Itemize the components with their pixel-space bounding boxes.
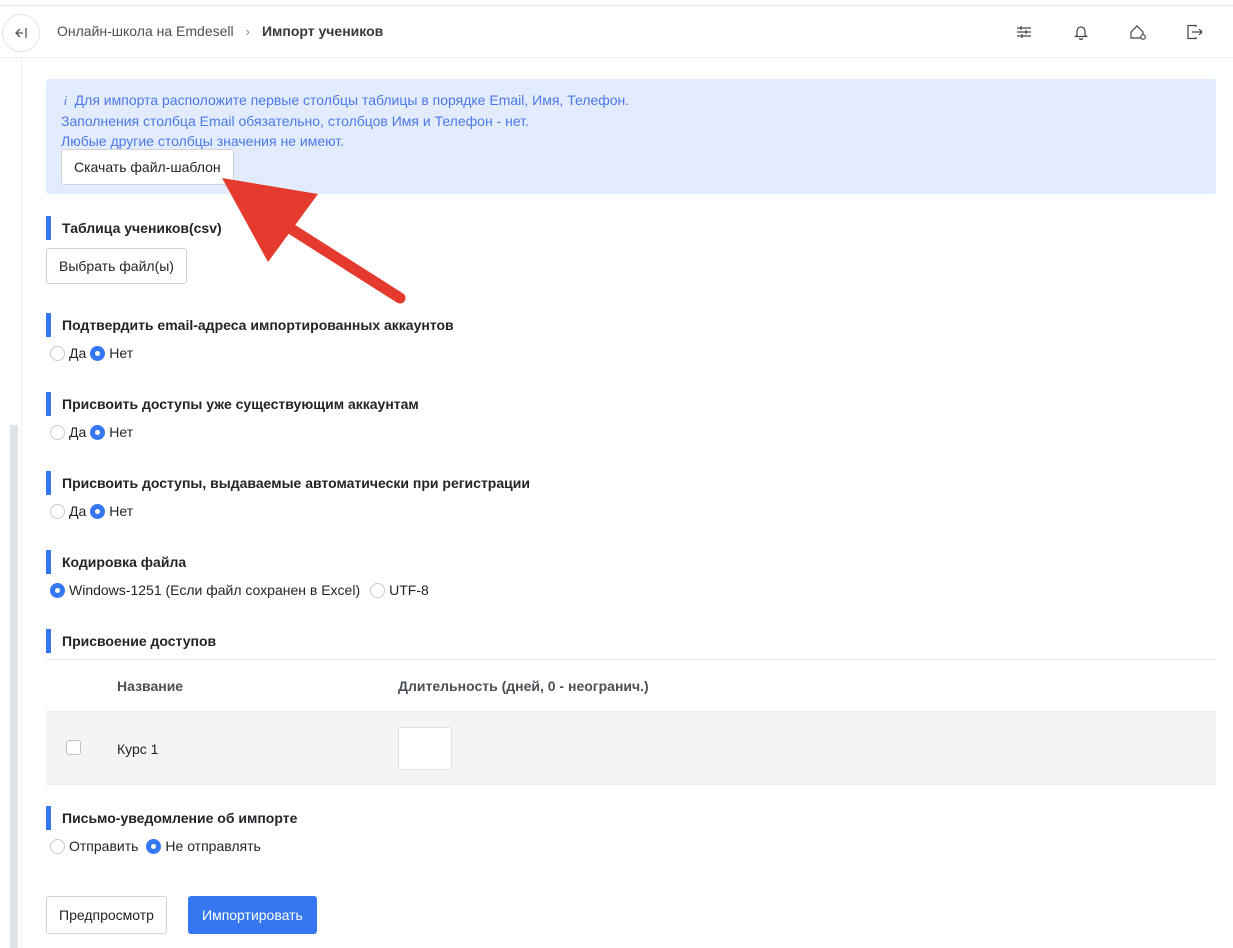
notify-nosend[interactable]: Не отправлять: [146, 838, 261, 854]
radio-yes[interactable]: [50, 503, 65, 519]
column-duration-header: Длительность (дней, 0 - неогранич.): [398, 678, 649, 694]
logout-icon: [1187, 24, 1203, 40]
assign-auto-radios: Да Нет: [50, 503, 137, 519]
notify-title: Письмо-уведомление об импорте: [46, 806, 297, 830]
confirm-email-no[interactable]: Нет: [90, 345, 133, 361]
file-section-title: Таблица учеников(csv): [46, 216, 222, 240]
page-title: Импорт учеников: [261, 23, 384, 39]
download-template-button[interactable]: Скачать файл-шаблон: [61, 149, 234, 185]
page-header: Онлайн-школа на Emdesell › Импорт ученик…: [0, 6, 1233, 58]
home-settings-icon: [1130, 25, 1146, 40]
encoding-title: Кодировка файла: [46, 550, 186, 574]
sidebar-edge: [21, 58, 22, 948]
radio-yes[interactable]: [50, 424, 65, 440]
confirm-email-radios: Да Нет: [50, 345, 137, 361]
alert-line-2: Заполнения столбца Email обязательно, ст…: [61, 113, 529, 129]
collapse-sidebar-icon: [15, 28, 27, 38]
radio-send[interactable]: [50, 838, 65, 854]
radio-windows[interactable]: [50, 582, 65, 598]
breadcrumb-school-link[interactable]: Онлайн-школа на Emdesell: [57, 23, 234, 39]
bell-icon: [1074, 26, 1088, 40]
logout-button[interactable]: [1184, 21, 1206, 43]
settings-button[interactable]: [1013, 21, 1035, 43]
encoding-windows-1251[interactable]: Windows-1251 (Если файл сохранен в Excel…: [50, 582, 360, 598]
assign-existing-title: Присвоить доступы уже существующим аккау…: [46, 392, 419, 416]
access-table: Название Длительность (дней, 0 - неогран…: [46, 659, 1216, 785]
chevron-right-icon: ›: [245, 23, 250, 39]
notifications-button[interactable]: [1070, 21, 1092, 43]
home-settings-button[interactable]: [1127, 21, 1149, 43]
breadcrumb: Онлайн-школа на Emdesell › Импорт ученик…: [57, 23, 383, 39]
row-checkbox[interactable]: [66, 740, 81, 755]
sidebar-scrollbar[interactable]: [10, 425, 18, 948]
alert-line-3: Любые другие столбцы значения не имеют.: [61, 133, 345, 149]
assign-existing-no[interactable]: Нет: [90, 424, 133, 440]
radio-no[interactable]: [90, 345, 106, 361]
info-icon: i: [64, 94, 67, 108]
duration-input[interactable]: [398, 727, 452, 770]
radio-yes[interactable]: [50, 345, 65, 361]
encoding-radios: Windows-1251 (Если файл сохранен в Excel…: [50, 582, 433, 598]
preview-button[interactable]: Предпросмотр: [46, 896, 167, 934]
import-button[interactable]: Импортировать: [188, 896, 317, 934]
import-info-alert: i Для импорта расположите первые столбцы …: [46, 79, 1216, 194]
assign-auto-yes[interactable]: Да: [50, 503, 86, 519]
table-row: Курс 1: [46, 711, 1216, 785]
collapse-sidebar-button[interactable]: [2, 14, 40, 52]
table-header: Название Длительность (дней, 0 - неогран…: [46, 659, 1216, 711]
alert-line-1: i Для импорта расположите первые столбцы …: [64, 92, 630, 108]
radio-no[interactable]: [90, 424, 106, 440]
radio-no[interactable]: [90, 503, 106, 519]
choose-file-button[interactable]: Выбрать файл(ы): [46, 248, 187, 284]
radio-utf8[interactable]: [370, 582, 386, 598]
assign-auto-no[interactable]: Нет: [90, 503, 133, 519]
assign-existing-radios: Да Нет: [50, 424, 137, 440]
confirm-email-yes[interactable]: Да: [50, 345, 86, 361]
assign-auto-title: Присвоить доступы, выдаваемые автоматиче…: [46, 471, 530, 495]
sliders-icon: [1017, 26, 1031, 38]
assign-existing-yes[interactable]: Да: [50, 424, 86, 440]
notify-send[interactable]: Отправить: [50, 838, 138, 854]
radio-nosend[interactable]: [146, 838, 162, 854]
encoding-utf8[interactable]: UTF-8: [370, 582, 429, 598]
column-name-header: Название: [117, 678, 184, 694]
access-title: Присвоение доступов: [46, 629, 216, 653]
confirm-email-title: Подтвердить email-адреса импортированных…: [46, 313, 454, 337]
notify-radios: Отправить Не отправлять: [50, 838, 265, 854]
course-name: Курс 1: [117, 741, 159, 757]
arrow-shaft: [279, 219, 406, 304]
